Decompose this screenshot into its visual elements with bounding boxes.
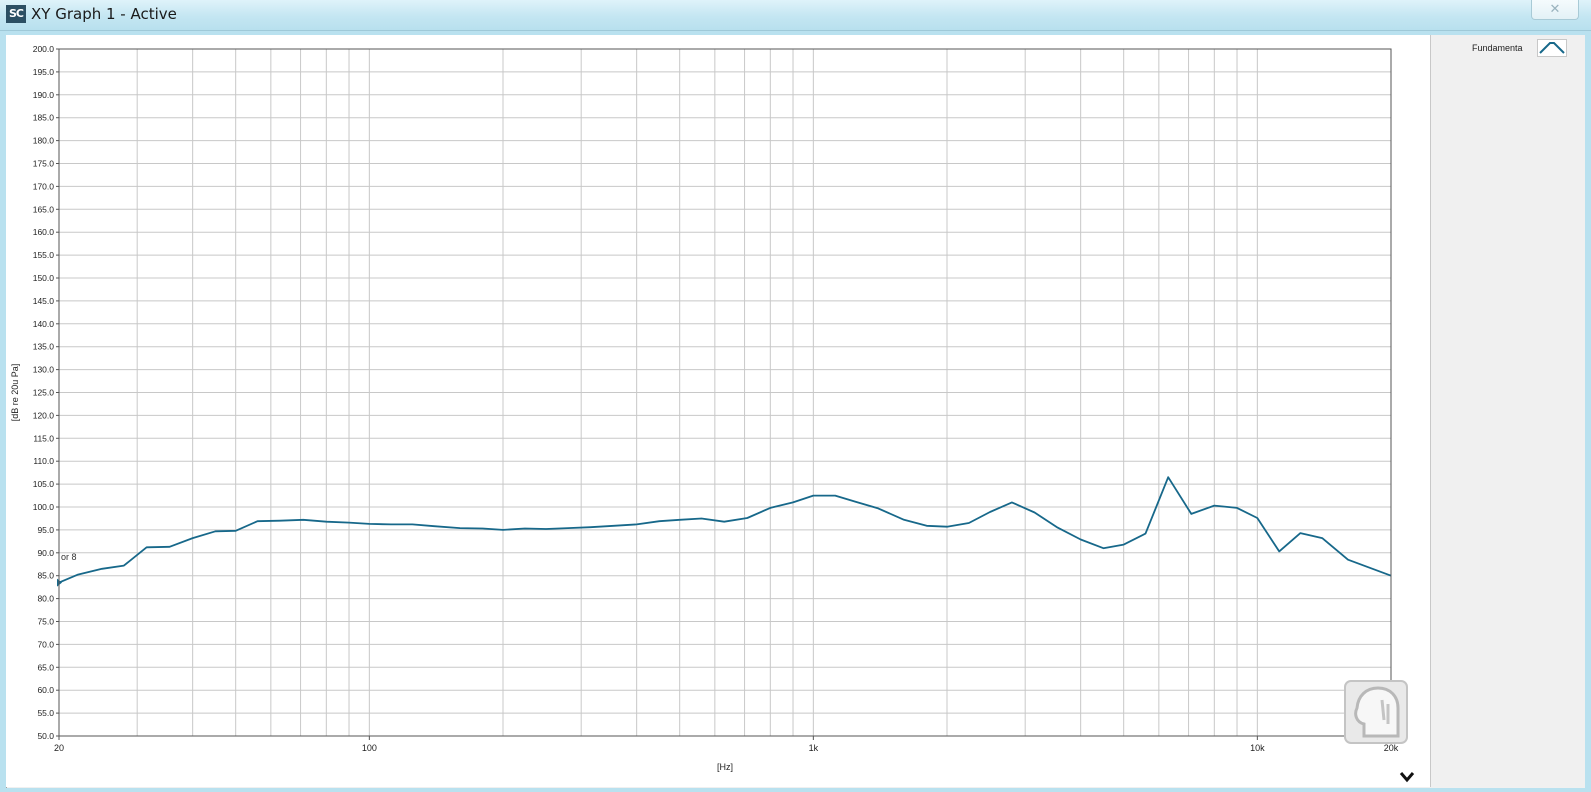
- x-tick-label: 10k: [1250, 743, 1265, 753]
- x-tick-labels: 20 100 1k 10k 20k: [54, 736, 1399, 753]
- y-tick-label: 150.0: [33, 273, 55, 283]
- y-tick-label: 165.0: [33, 204, 55, 214]
- legend-series-swatch[interactable]: [1537, 39, 1567, 57]
- cursor-label: or 8: [61, 552, 77, 562]
- x-tick-label: 1k: [809, 743, 819, 753]
- y-tick-label: 140.0: [33, 319, 55, 329]
- grid-lines: [58, 48, 1392, 737]
- x-axis-label: [Hz]: [717, 762, 733, 772]
- title-bar: SC XY Graph 1 - Active ✕: [0, 0, 1591, 31]
- chevron-down-icon[interactable]: [1398, 770, 1416, 784]
- y-tick-labels: 50.0 55.0 60.0 65.0 70.0 75.0 80.0 85.0 90.0 95.0…: [33, 44, 59, 741]
- y-tick-label: 195.0: [33, 67, 55, 77]
- y-tick-label: 155.0: [33, 250, 55, 260]
- y-tick-label: 65.0: [37, 662, 54, 672]
- y-tick-label: 50.0: [37, 731, 54, 741]
- y-tick-label: 185.0: [33, 113, 55, 123]
- y-tick-label: 70.0: [37, 639, 54, 649]
- y-tick-label: 95.0: [37, 525, 54, 535]
- y-tick-label: 145.0: [33, 296, 55, 306]
- head-profile-logo: [1344, 680, 1408, 744]
- y-tick-label: 180.0: [33, 136, 55, 146]
- y-tick-label: 170.0: [33, 181, 55, 191]
- y-tick-label: 105.0: [33, 479, 55, 489]
- y-tick-label: 80.0: [37, 594, 54, 604]
- y-tick-label: 55.0: [37, 708, 54, 718]
- y-tick-label: 60.0: [37, 685, 54, 695]
- xy-graph[interactable]: 50.0 55.0 60.0 65.0 70.0 75.0 80.0 85.0 90.0 95.0…: [6, 35, 1430, 787]
- y-tick-label: 110.0: [33, 456, 54, 466]
- x-tick-label: 20: [54, 743, 64, 753]
- y-tick-label: 85.0: [37, 571, 54, 581]
- y-tick-label: 125.0: [33, 388, 55, 398]
- y-tick-label: 75.0: [37, 617, 54, 627]
- close-button[interactable]: ✕: [1531, 0, 1579, 20]
- series-layer: [57, 476, 1392, 587]
- brand-logo: [1344, 680, 1408, 744]
- x-tick-label: 20k: [1384, 743, 1399, 753]
- y-tick-label: 200.0: [33, 44, 55, 54]
- y-tick-label: 115.0: [33, 433, 54, 443]
- app-icon: SC: [6, 5, 26, 23]
- window-title: XY Graph 1 - Active: [31, 5, 177, 23]
- line-swatch-icon: [1539, 42, 1565, 54]
- plot-panel[interactable]: 50.0 55.0 60.0 65.0 70.0 75.0 80.0 85.0 90.0 95.0…: [6, 35, 1430, 787]
- legend-panel: Fundamenta: [1430, 35, 1585, 787]
- y-tick-label: 130.0: [33, 365, 55, 375]
- y-tick-label: 120.0: [33, 410, 55, 420]
- y-tick-label: 135.0: [33, 342, 55, 352]
- y-tick-label: 90.0: [37, 548, 54, 558]
- y-tick-label: 190.0: [33, 90, 55, 100]
- y-axis-label: [dB re 20u Pa]: [10, 364, 20, 422]
- x-tick-label: 100: [362, 743, 377, 753]
- y-tick-label: 175.0: [33, 159, 55, 169]
- legend-series-label: Fundamenta: [1472, 43, 1523, 53]
- y-tick-label: 160.0: [33, 227, 55, 237]
- close-icon: ✕: [1549, 1, 1561, 16]
- y-tick-label: 100.0: [33, 502, 55, 512]
